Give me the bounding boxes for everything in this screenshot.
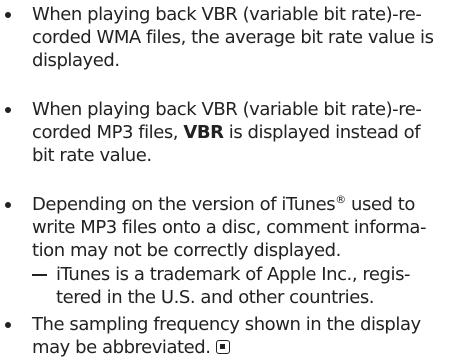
text-line: displayed. [32,50,120,71]
text-fragment: Depending on the version of iTunes [32,194,336,215]
bullet-icon [5,107,11,113]
text-line: The sampling frequency shown in the disp… [32,314,421,335]
text-line: bit rate value. [32,145,152,166]
bullet-icon [5,202,11,208]
text-fragment: may be abbreviated. [32,337,211,358]
text-line: write MP3 files onto a disc, comment inf… [32,217,427,238]
document-body: When playing back VBR (variable bit rate… [0,0,459,363]
note-line: iTunes is a trademark of Apple Inc., reg… [56,264,411,285]
stop-icon [215,340,230,354]
bullet-icon [5,322,11,328]
bullet-icon [5,12,11,18]
note-line: tered in the U.S. and other countries. [56,287,375,308]
text-line: When playing back VBR (variable bit rate… [32,99,422,120]
text-line: corded MP3 files, VBR is displayed inste… [32,122,421,144]
text-line: may be abbreviated. [32,337,230,359]
text-fragment: used to [345,194,415,215]
text-line: Depending on the version of iTunes® used… [32,194,415,216]
text-line: corded WMA files, the average bit rate v… [32,27,434,48]
text-line: When playing back VBR (variable bit rate… [32,4,422,25]
registered-mark: ® [335,193,346,206]
text-line: tion may not be correctly displayed. [32,240,341,261]
vbr-label: VBR [183,122,224,143]
text-fragment: is displayed instead of [223,122,421,143]
text-fragment: corded MP3 files, [32,122,184,143]
dash-icon [32,274,47,276]
